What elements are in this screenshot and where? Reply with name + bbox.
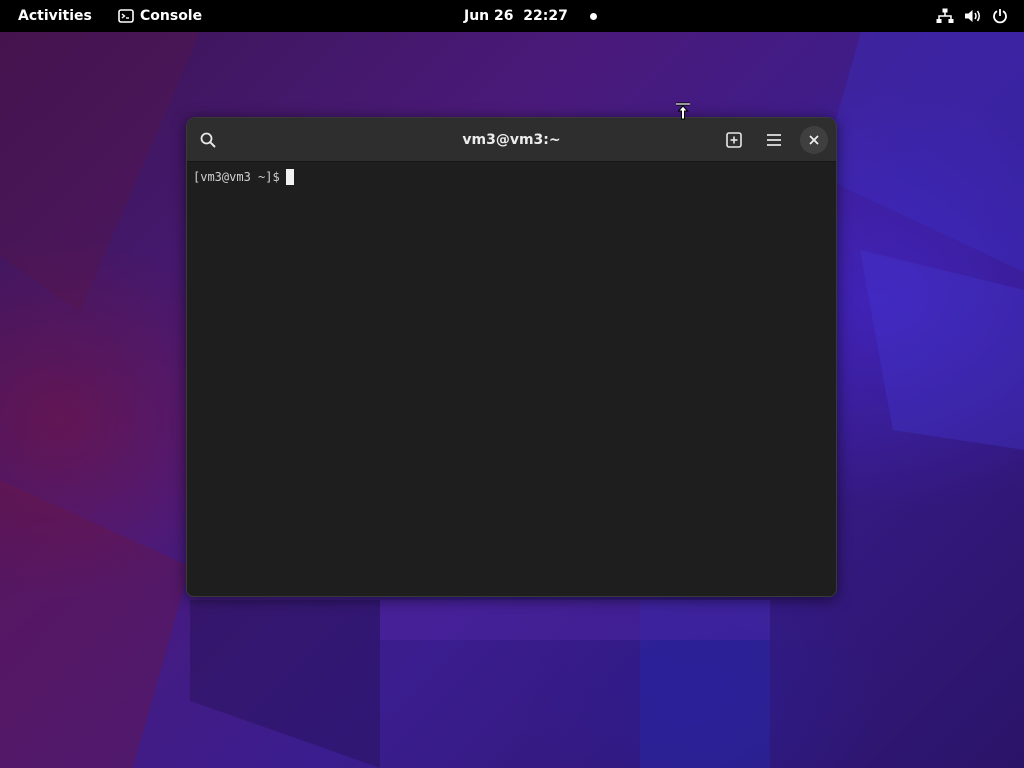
search-icon bbox=[200, 132, 216, 148]
activities-button[interactable]: Activities bbox=[8, 2, 102, 30]
search-button[interactable] bbox=[193, 125, 223, 155]
close-icon bbox=[809, 135, 819, 145]
power-icon bbox=[993, 9, 1007, 24]
app-menu-label: Console bbox=[140, 8, 203, 24]
network-icon bbox=[936, 8, 954, 23]
shell-prompt: [vm3@vm3 ~]$ bbox=[193, 170, 280, 184]
app-menu-console[interactable]: Console bbox=[108, 2, 212, 30]
hamburger-menu-icon bbox=[767, 134, 781, 146]
terminal-window[interactable]: vm3@vm3:~ [vm3@vm3 ~]$ bbox=[186, 117, 837, 597]
terminal-icon bbox=[118, 9, 134, 23]
main-menu-button[interactable] bbox=[759, 125, 789, 155]
new-tab-icon bbox=[726, 132, 742, 148]
terminal-area[interactable]: [vm3@vm3 ~]$ bbox=[187, 162, 836, 596]
text-cursor bbox=[285, 169, 294, 185]
notification-dot bbox=[589, 12, 597, 20]
volume-icon bbox=[965, 10, 980, 22]
resize-top-cursor-icon bbox=[676, 102, 690, 120]
system-tray[interactable] bbox=[928, 2, 1016, 30]
new-tab-button[interactable] bbox=[719, 125, 749, 155]
close-window-button[interactable] bbox=[800, 126, 828, 154]
clock-text: Jun 26 22:27 bbox=[464, 8, 568, 24]
clock-button[interactable]: Jun 26 22:27 bbox=[452, 2, 609, 30]
window-headerbar[interactable]: vm3@vm3:~ bbox=[187, 118, 836, 162]
prompt-line: [vm3@vm3 ~]$ bbox=[193, 168, 830, 186]
top-bar: Activities Console Jun 26 22:27 bbox=[0, 0, 1024, 32]
